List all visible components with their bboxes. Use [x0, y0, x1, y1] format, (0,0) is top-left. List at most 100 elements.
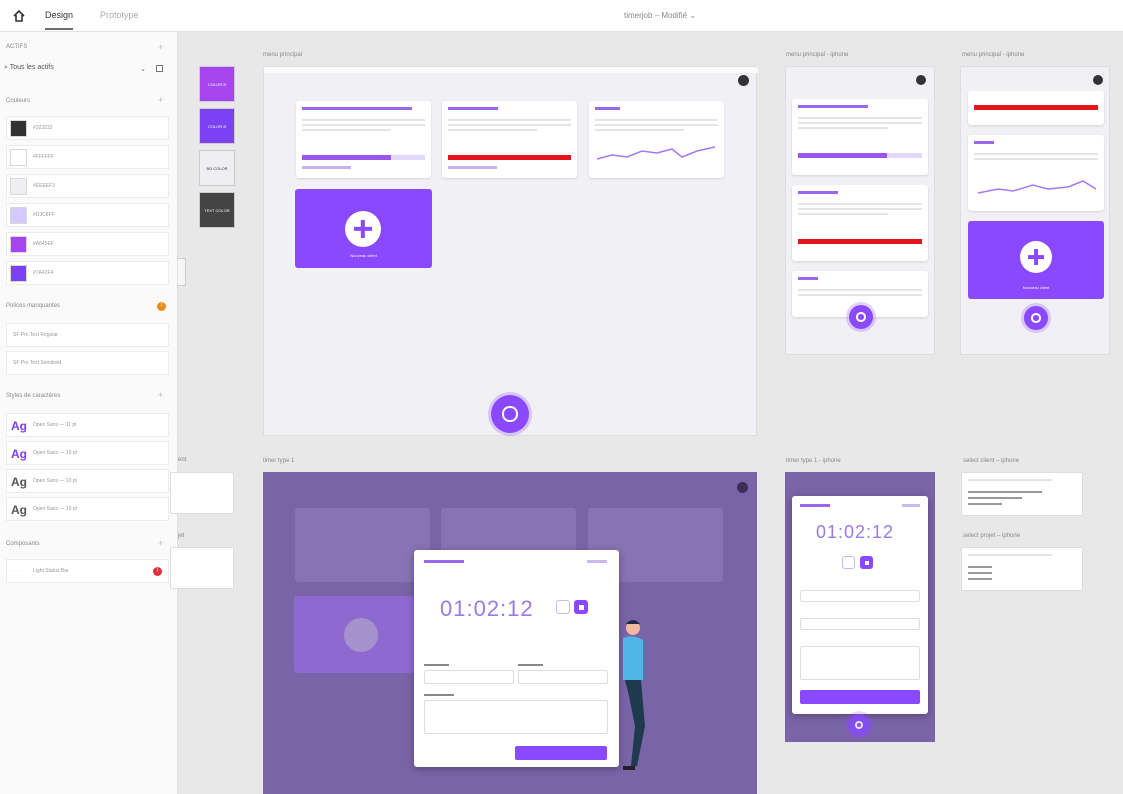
new-client-button[interactable]: Nouveau client: [968, 221, 1104, 299]
timer-dialog[interactable]: 01:02:12: [792, 496, 928, 714]
color-swatch-board[interactable]: COLOR B: [199, 108, 235, 144]
color-swatch-board[interactable]: COLOR B: [199, 66, 235, 102]
assets-sidebar: ACTIFS + ⌕ Tous les actifs ⌄ Couleurs + …: [0, 32, 178, 794]
color-hex: #7A42F4: [33, 270, 54, 276]
pause-button[interactable]: [556, 600, 570, 614]
description-field[interactable]: [424, 700, 608, 734]
timer-display: 01:02:12: [816, 522, 895, 542]
new-client-button[interactable]: Nouveau client: [295, 189, 432, 268]
cancel-link[interactable]: [587, 560, 607, 563]
color-swatch-board[interactable]: BG COLOR: [199, 150, 235, 186]
char-style-row[interactable]: Ag Open Sans — 11 pt: [6, 413, 169, 437]
component-thumb: · · · ·: [11, 568, 22, 574]
warning-badge-icon[interactable]: !: [157, 302, 166, 311]
color-hex: #FFFFFF: [33, 154, 55, 160]
colors-title: Couleurs: [6, 98, 31, 104]
client-select[interactable]: [424, 670, 514, 684]
component-name: Light Status Bar: [33, 568, 69, 574]
char-style-preview: Ag: [11, 447, 27, 461]
add-char-style-icon[interactable]: +: [158, 390, 163, 400]
top-bar: Design Prototype timerjob – Modifié ⌄: [0, 0, 1123, 32]
color-hex: #D3C8FF: [33, 212, 55, 218]
dialog-title: [424, 560, 464, 563]
project-card[interactable]: [968, 135, 1104, 211]
color-row[interactable]: #7A42F4: [6, 261, 169, 285]
chevron-down-icon[interactable]: ⌄: [140, 65, 146, 73]
board-label[interactable]: menu principal: [263, 52, 302, 58]
artboard-menu-principal[interactable]: Nouveau client: [263, 66, 758, 436]
char-style-row[interactable]: Ag Open Sans — 10 pt: [6, 469, 169, 493]
color-row[interactable]: #FFFFFF: [6, 145, 169, 169]
project-card[interactable]: [589, 101, 724, 178]
projet-select[interactable]: [800, 618, 920, 630]
add-color-icon[interactable]: +: [158, 95, 163, 105]
font-row[interactable]: SF Pro Text Regular: [6, 323, 169, 347]
tab-design[interactable]: Design: [45, 10, 74, 30]
grid-view-icon[interactable]: [156, 65, 163, 72]
avatar: [737, 482, 748, 493]
board-label[interactable]: jet: [178, 533, 184, 539]
cancel-link[interactable]: [902, 504, 920, 507]
plus-icon: [1020, 241, 1052, 273]
stop-button[interactable]: [860, 556, 873, 569]
project-card[interactable]: [792, 185, 928, 261]
font-row[interactable]: SF Pro Text Semibold: [6, 351, 169, 375]
select-client-panel[interactable]: [961, 472, 1083, 516]
client-label: [424, 664, 449, 666]
filter-dropdown[interactable]: ⌕ Tous les actifs: [4, 64, 54, 72]
avatar[interactable]: [916, 75, 926, 85]
color-row[interactable]: #323232: [6, 116, 169, 140]
tab-prototype[interactable]: Prototype: [100, 10, 139, 20]
project-card[interactable]: [968, 91, 1104, 125]
stop-icon: [865, 561, 869, 565]
component-row[interactable]: · · · · Light Status Bar: [6, 559, 169, 583]
dimmed-card: [295, 508, 430, 582]
assets-title: ACTIFS: [6, 44, 28, 50]
select-projet-panel[interactable]: [961, 547, 1083, 591]
char-style-name: Open Sans — 10 pt: [33, 450, 77, 456]
submit-button[interactable]: [800, 690, 920, 704]
board-label[interactable]: menu principal - iphone: [962, 52, 1024, 58]
timer-dialog[interactable]: 01:02:12: [414, 550, 619, 767]
project-card[interactable]: [296, 101, 431, 178]
board-label[interactable]: ent: [178, 457, 186, 463]
color-swatch: [10, 120, 27, 137]
color-row[interactable]: #EEEEF3: [6, 174, 169, 198]
document-title[interactable]: timerjob – Modifié ⌄: [560, 11, 760, 20]
client-select[interactable]: [800, 590, 920, 602]
avatar[interactable]: [738, 75, 749, 86]
board-label[interactable]: select client – iphone: [963, 458, 1019, 464]
pause-button[interactable]: [842, 556, 855, 569]
timer-fab-icon[interactable]: [849, 305, 873, 329]
error-badge-icon[interactable]: !: [153, 567, 162, 576]
board-label[interactable]: timer type 1 - iphone: [786, 458, 841, 464]
home-icon[interactable]: [12, 9, 26, 23]
artboard-timer-type-1[interactable]: 01:02:12: [263, 472, 757, 794]
offscreen-board-edge: [178, 258, 186, 286]
board-label[interactable]: timer type 1: [263, 458, 294, 464]
board-label[interactable]: select projet – iphone: [963, 533, 1020, 539]
stop-button[interactable]: [574, 600, 588, 614]
project-card[interactable]: [442, 101, 577, 178]
artboard-timer-iphone[interactable]: 01:02:12: [785, 472, 935, 742]
select-projet-board-fragment[interactable]: [170, 547, 234, 589]
timer-display: 01:02:12: [440, 596, 534, 621]
timer-fab-icon[interactable]: [491, 395, 529, 433]
color-row[interactable]: #D3C8FF: [6, 203, 169, 227]
add-asset-icon[interactable]: +: [158, 42, 163, 52]
artboard-menu-iphone[interactable]: [785, 66, 935, 355]
submit-button[interactable]: [515, 746, 607, 760]
board-label[interactable]: menu principal - iphone: [786, 52, 848, 58]
project-card[interactable]: [792, 99, 928, 175]
select-client-board-fragment[interactable]: [170, 472, 234, 514]
add-component-icon[interactable]: +: [158, 538, 163, 548]
color-row[interactable]: #A645EF: [6, 232, 169, 256]
timer-fab-icon[interactable]: [1024, 306, 1048, 330]
char-style-row[interactable]: Ag Open Sans — 10 pt: [6, 497, 169, 521]
description-field[interactable]: [800, 646, 920, 680]
char-style-row[interactable]: Ag Open Sans — 10 pt: [6, 441, 169, 465]
projet-select[interactable]: [518, 670, 608, 684]
artboard-menu-iphone[interactable]: Nouveau client: [960, 66, 1110, 355]
avatar[interactable]: [1093, 75, 1103, 85]
color-swatch-board[interactable]: TEXT COLOR: [199, 192, 235, 228]
